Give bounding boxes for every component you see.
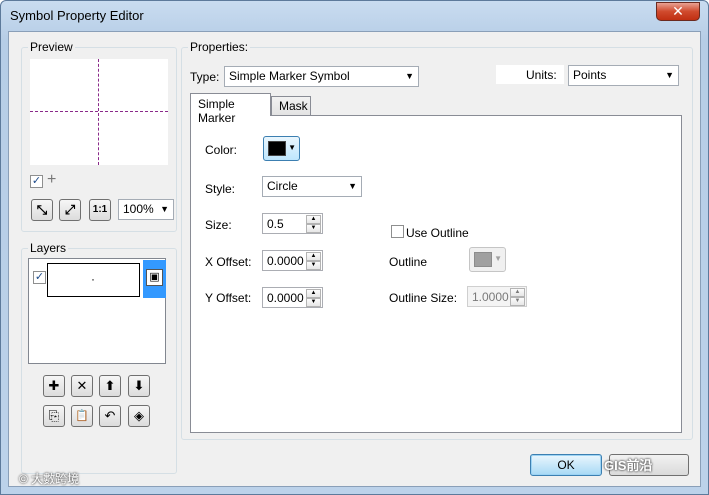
zoom-value: 100% — [123, 202, 154, 216]
reset-layer-icon[interactable]: ↶ — [99, 405, 121, 427]
lock-icon: ▣ — [146, 269, 163, 286]
y-offset-up-icon[interactable]: ▲ — [306, 289, 321, 298]
watermark-left: © 大數跨境 — [19, 472, 80, 486]
y-offset-spinner[interactable]: 0.0000 ▲ ▼ — [262, 287, 323, 308]
color-picker-button[interactable]: ▼ — [263, 136, 300, 161]
zoom-select[interactable]: 100% ▼ — [118, 199, 174, 220]
crosshair-horizontal — [30, 111, 168, 112]
style-value: Circle — [267, 179, 298, 193]
symbol-property-editor-window: Symbol Property Editor ✕ Preview ✓ + ⤡ ⤢… — [0, 0, 709, 495]
outline-color-button[interactable]: ▼ — [469, 247, 506, 272]
window-title: Symbol Property Editor — [10, 8, 144, 23]
layer-thumbnail-dot: · — [91, 272, 95, 286]
type-select[interactable]: Simple Marker Symbol ▼ — [224, 66, 419, 87]
y-offset-label: Y Offset: — [205, 291, 252, 305]
size-spinner[interactable]: 0.5 ▲ ▼ — [262, 213, 323, 234]
outline-size-spinner[interactable]: 1.0000 ▲ ▼ — [467, 286, 527, 307]
size-up-icon[interactable]: ▲ — [306, 215, 321, 224]
chevron-down-icon: ▼ — [665, 70, 674, 80]
dialog-body: Preview ✓ + ⤡ ⤢ 1:1 100% ▼ Layers ✓ · ▣ — [8, 31, 701, 487]
outline-size-label: Outline Size: — [389, 291, 458, 305]
units-select[interactable]: Points ▼ — [568, 65, 679, 86]
x-offset-up-icon[interactable]: ▲ — [306, 252, 321, 261]
outline-color-swatch — [474, 252, 492, 267]
preview-label: Preview — [28, 40, 75, 54]
layer-visible-checkbox[interactable]: ✓ — [33, 271, 46, 284]
crosshair-vertical — [98, 59, 99, 165]
zoom-in-icon[interactable]: ⤡ — [31, 199, 53, 221]
outline-size-value: 1.0000 — [472, 290, 509, 304]
chevron-down-icon: ▼ — [348, 181, 357, 191]
x-offset-label: X Offset: — [205, 255, 252, 269]
ok-button[interactable]: OK — [530, 454, 602, 476]
type-label: Type: — [190, 70, 220, 84]
use-outline-label: Use Outline — [406, 226, 469, 240]
size-value: 0.5 — [267, 217, 284, 231]
layer-thumbnail[interactable]: · — [47, 263, 140, 297]
size-label: Size: — [205, 218, 232, 232]
close-button[interactable]: ✕ — [656, 2, 700, 21]
layers-label: Layers — [28, 241, 69, 255]
style-select[interactable]: Circle ▼ — [262, 176, 362, 197]
layer-item[interactable]: ✓ · ▣ — [30, 260, 166, 298]
chevron-down-icon: ▼ — [494, 254, 502, 263]
add-layer-icon[interactable]: ✚ — [43, 375, 65, 397]
move-down-icon[interactable]: ⬇ — [128, 375, 150, 397]
crosshair-icon: + — [47, 171, 57, 188]
units-value: Points — [573, 68, 607, 82]
chevron-down-icon: ▼ — [288, 143, 296, 152]
units-label-box: Units: — [496, 65, 564, 84]
x-offset-value: 0.0000 — [267, 254, 304, 268]
size-down-icon[interactable]: ▼ — [306, 224, 321, 233]
type-value: Simple Marker Symbol — [229, 69, 350, 83]
tab-mask[interactable]: Mask — [271, 96, 311, 115]
paste-layer-icon[interactable]: 📋 — [71, 405, 93, 427]
actual-size-icon[interactable]: 1:1 — [89, 199, 111, 221]
outline-label: Outline — [389, 255, 428, 269]
color-label: Color: — [205, 143, 238, 157]
title-bar[interactable]: Symbol Property Editor ✕ — [1, 1, 708, 31]
layers-list[interactable]: ✓ · ▣ — [28, 258, 166, 364]
move-up-icon[interactable]: ⬆ — [99, 375, 121, 397]
chevron-down-icon: ▼ — [160, 204, 169, 214]
watermark-right: GIS前沿 — [604, 458, 653, 473]
use-outline-checkbox[interactable] — [391, 225, 404, 238]
style-label: Style: — [205, 182, 236, 196]
units-label: Units: — [526, 68, 557, 82]
outline-size-up-icon[interactable]: ▲ — [510, 288, 525, 297]
y-offset-value: 0.0000 — [267, 291, 304, 305]
tab-simple-marker[interactable]: Simple Marker — [190, 93, 271, 125]
x-offset-spinner[interactable]: 0.0000 ▲ ▼ — [262, 250, 323, 271]
color-swatch — [268, 141, 286, 156]
copy-layer-icon[interactable]: ⎘ — [43, 405, 65, 427]
y-offset-down-icon[interactable]: ▼ — [306, 298, 321, 307]
fit-to-window-icon[interactable]: ⤢ — [59, 199, 81, 221]
preview-canvas — [30, 59, 168, 165]
properties-label: Properties: — [188, 40, 251, 54]
chevron-down-icon: ▼ — [405, 71, 414, 81]
show-crosshair-checkbox[interactable]: ✓ — [30, 175, 43, 188]
tag-icon[interactable]: ◈ — [128, 405, 150, 427]
simple-marker-panel: Color: ▼ Style: Circle ▼ Size: 0.5 ▲ ▼ X… — [190, 115, 682, 433]
outline-size-down-icon[interactable]: ▼ — [510, 297, 525, 306]
x-offset-down-icon[interactable]: ▼ — [306, 261, 321, 270]
remove-layer-icon[interactable]: ✕ — [71, 375, 93, 397]
layer-lock-button[interactable]: ▣ — [143, 260, 166, 298]
